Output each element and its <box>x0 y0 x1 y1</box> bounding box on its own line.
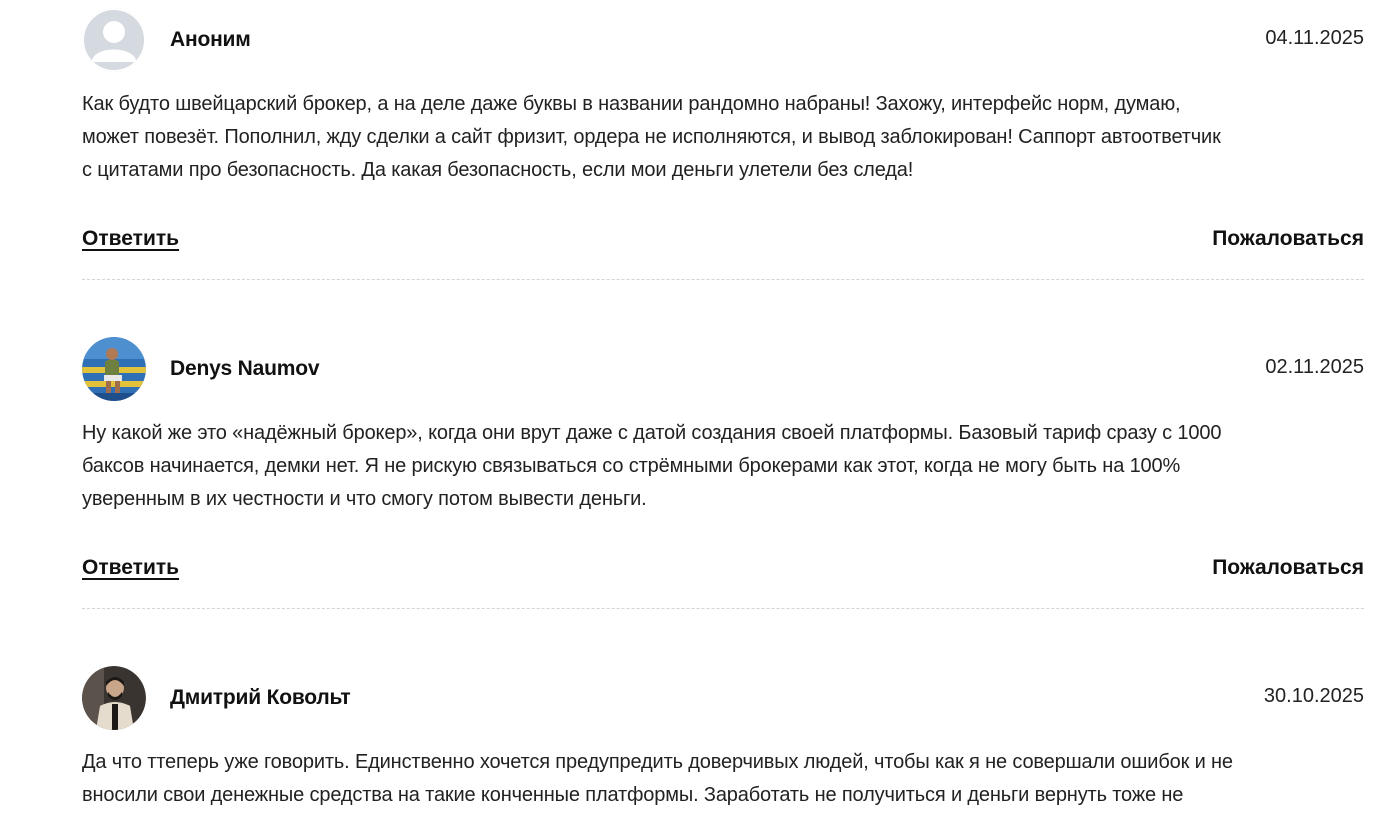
comment-actions: Ответить Пожаловаться <box>82 556 1364 586</box>
report-link[interactable]: Пожаловаться <box>1212 227 1364 251</box>
comment-text-line: вносили свои денежные средства на такие … <box>82 784 1184 806</box>
comment-item: Denys Naumov 02.11.2025 Ну какой же это … <box>82 337 1364 609</box>
comment-divider <box>82 279 1364 280</box>
comment-text: Как будто швейцарский брокер, а на деле … <box>82 88 1364 187</box>
comment-text-line: с цитатами про безопасность. Да какая бе… <box>82 159 914 181</box>
comment-date: 04.11.2025 <box>1265 27 1364 49</box>
comment-text: Да что ттеперь уже говорить. Единственно… <box>82 746 1364 812</box>
comment-text-line: Ну какой же это «надёжный брокер», когда… <box>82 422 1222 444</box>
comment-divider <box>82 608 1364 609</box>
comment-actions: Ответить Пожаловаться <box>82 227 1364 257</box>
report-link[interactable]: Пожаловаться <box>1212 556 1364 580</box>
reply-link[interactable]: Ответить <box>82 556 179 580</box>
comment-header: Denys Naumov 02.11.2025 <box>82 337 1364 401</box>
user-avatar <box>82 337 146 401</box>
comment-author: Аноним <box>170 28 251 51</box>
comment-item: Аноним 04.11.2025 Как будто швейцарский … <box>82 8 1364 280</box>
comment-text-line: баксов начинается, демки нет. Я не риску… <box>82 455 1181 477</box>
comment-text-line: может повезёт. Пополнил, жду сделки а са… <box>82 126 1221 148</box>
comment-text-line: уверенным в их честности и что смогу пот… <box>82 488 647 510</box>
comment-item: Дмитрий Ковольт 30.10.2025 Да что ттепер… <box>82 666 1364 806</box>
comment-header: Дмитрий Ковольт 30.10.2025 <box>82 666 1364 730</box>
comments-page: Аноним 04.11.2025 Как будто швейцарский … <box>0 0 1392 816</box>
comment-text-line: Да что ттеперь уже говорить. Единственно… <box>82 751 1233 773</box>
comment-text-line: Как будто швейцарский брокер, а на деле … <box>82 93 1181 115</box>
comment-header: Аноним 04.11.2025 <box>82 8 1364 72</box>
comment-date: 30.10.2025 <box>1263 685 1364 707</box>
comment-text: Ну какой же это «надёжный брокер», когда… <box>82 417 1364 516</box>
reply-link[interactable]: Ответить <box>82 227 179 251</box>
anonymous-user-icon <box>82 8 146 72</box>
comment-author: Дмитрий Ковольт <box>170 686 351 709</box>
comment-date: 02.11.2025 <box>1265 356 1364 378</box>
comment-author: Denys Naumov <box>170 357 320 380</box>
user-avatar <box>82 666 146 730</box>
